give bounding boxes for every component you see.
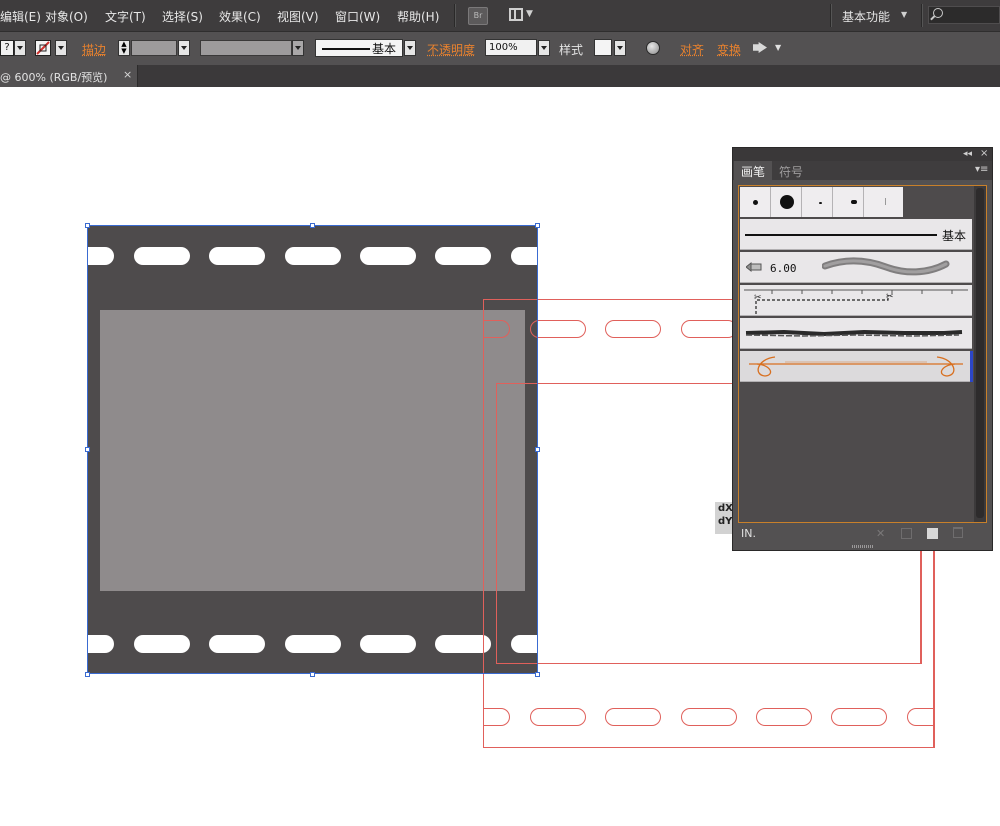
brush-definition-label: 基本	[372, 42, 397, 56]
basic-brush-label: 基本	[942, 229, 967, 243]
menu-window[interactable]: 窗口(W)	[335, 8, 380, 25]
resize-handle[interactable]	[535, 672, 540, 677]
basic-stroke-preview	[745, 234, 937, 236]
bristle-brush-icon	[746, 261, 762, 273]
stroke-label[interactable]: 描边	[82, 41, 106, 58]
resize-handle[interactable]	[310, 672, 315, 677]
bristle-size-value: 6.00	[770, 262, 797, 275]
bridge-button[interactable]: Br	[468, 7, 488, 25]
selected-brush-indicator	[970, 351, 973, 382]
close-tab-icon[interactable]: ×	[123, 68, 132, 81]
brush-dot-icon	[753, 200, 758, 205]
document-tab-bar	[0, 65, 1000, 87]
brush-dot-icon	[851, 200, 857, 204]
fill-dropdown[interactable]	[14, 40, 26, 56]
brush-definition-dropdown[interactable]	[404, 40, 416, 56]
resize-handle[interactable]	[85, 672, 90, 677]
menu-type[interactable]: 文字(T)	[105, 8, 146, 25]
tab-symbols[interactable]: 符号	[779, 163, 803, 180]
resize-handle[interactable]	[535, 447, 540, 452]
recolor-artwork-icon[interactable]	[646, 41, 660, 55]
drag-preview-hole	[831, 708, 887, 726]
menu-object[interactable]: 对象(O)	[45, 8, 88, 25]
options-of-selected-object-icon[interactable]	[901, 528, 912, 539]
panel-title-bar[interactable]	[733, 148, 992, 161]
remove-brush-stroke-icon[interactable]: ✕	[876, 527, 885, 540]
charcoal-stroke-preview	[745, 329, 963, 337]
menu-divider	[921, 4, 923, 27]
calligraphic-brush-large-dot[interactable]	[771, 187, 802, 217]
pattern-brush-preview: ✂ ✂	[744, 289, 968, 314]
new-brush-icon[interactable]	[927, 528, 938, 539]
delete-brush-icon[interactable]	[953, 527, 963, 538]
calligraphic-brush-tiny-dot[interactable]	[802, 187, 833, 217]
chevron-down-icon[interactable]: ▼	[901, 10, 907, 19]
brush-library-menu-icon[interactable]: IN.	[741, 527, 756, 540]
transform-link[interactable]: 变换	[717, 41, 741, 58]
drag-preview-hole	[756, 708, 812, 726]
calligraphic-brush-small-dot[interactable]	[740, 187, 771, 217]
graphic-style-swatch[interactable]	[594, 39, 612, 56]
resize-handle[interactable]	[85, 447, 90, 452]
workspace-switcher[interactable]: 基本功能	[842, 8, 890, 25]
chevron-down-icon[interactable]: ▼	[526, 9, 533, 19]
graphic-style-dropdown[interactable]	[614, 40, 626, 56]
stroke-dropdown[interactable]	[55, 40, 67, 56]
resize-handle[interactable]	[85, 223, 90, 228]
drag-preview-hole	[483, 708, 510, 726]
variable-width-field[interactable]	[200, 40, 292, 56]
svg-text:✂: ✂	[754, 293, 762, 303]
brush-dot-icon	[819, 202, 822, 204]
bristle-stroke-preview	[822, 257, 950, 276]
panel-menu-icon[interactable]: ▾≡	[975, 164, 988, 175]
menu-effect[interactable]: 效果(C)	[219, 8, 261, 25]
stroke-swatch[interactable]	[35, 40, 51, 56]
stroke-weight-field[interactable]	[131, 40, 177, 56]
drag-preview-hole	[681, 708, 737, 726]
svg-text:✂: ✂	[886, 292, 894, 302]
drag-preview-hole	[605, 708, 661, 726]
none-stroke-icon	[36, 41, 50, 55]
opacity-field[interactable]: 100%	[485, 39, 537, 56]
selection-bounding-box	[87, 225, 538, 674]
brush-dot-icon	[885, 198, 886, 205]
arrange-documents-icon[interactable]	[509, 8, 523, 21]
calligraphic-brush-flat[interactable]	[864, 187, 903, 217]
arrow-brush-preview	[749, 356, 963, 377]
brush-dot-icon	[780, 195, 794, 209]
close-panel-icon[interactable]: ×	[980, 148, 988, 159]
tab-brushes-label: 画笔	[741, 165, 766, 179]
variable-width-dropdown[interactable]	[292, 40, 304, 56]
menu-divider	[830, 4, 832, 27]
stroke-weight-dropdown[interactable]	[178, 40, 190, 56]
resize-handle[interactable]	[310, 223, 315, 228]
menu-view[interactable]: 视图(V)	[277, 8, 319, 25]
opacity-dropdown[interactable]	[538, 40, 550, 56]
calligraphic-brush-oval[interactable]	[833, 187, 864, 217]
drag-preview-hole	[530, 708, 586, 726]
style-label: 样式	[559, 43, 584, 57]
drag-preview-edge	[920, 551, 922, 664]
menu-edit[interactable]: 编辑(E)	[0, 8, 41, 25]
menu-divider	[454, 4, 456, 27]
document-tab-label: @ 600% (RGB/预览)	[0, 71, 108, 84]
drag-preview-hole	[605, 320, 661, 338]
panel-resize-grip[interactable]	[852, 545, 874, 548]
collapse-panel-icon[interactable]: ◂◂	[963, 149, 972, 159]
drag-preview-hole	[681, 320, 737, 338]
resize-handle[interactable]	[535, 223, 540, 228]
fill-swatch[interactable]: ?	[0, 40, 14, 56]
opacity-label[interactable]: 不透明度	[427, 41, 475, 58]
drag-preview-hole	[530, 320, 586, 338]
scrollbar-thumb[interactable]	[976, 188, 984, 518]
chevron-down-icon[interactable]: ▼	[775, 43, 781, 52]
drag-preview-hole	[907, 708, 934, 726]
menu-help[interactable]: 帮助(H)	[397, 8, 439, 25]
search-icon	[933, 8, 943, 18]
menu-select[interactable]: 选择(S)	[162, 8, 203, 25]
stroke-weight-stepper[interactable]: ▲ ▼	[118, 40, 130, 56]
align-link[interactable]: 对齐	[680, 41, 704, 58]
